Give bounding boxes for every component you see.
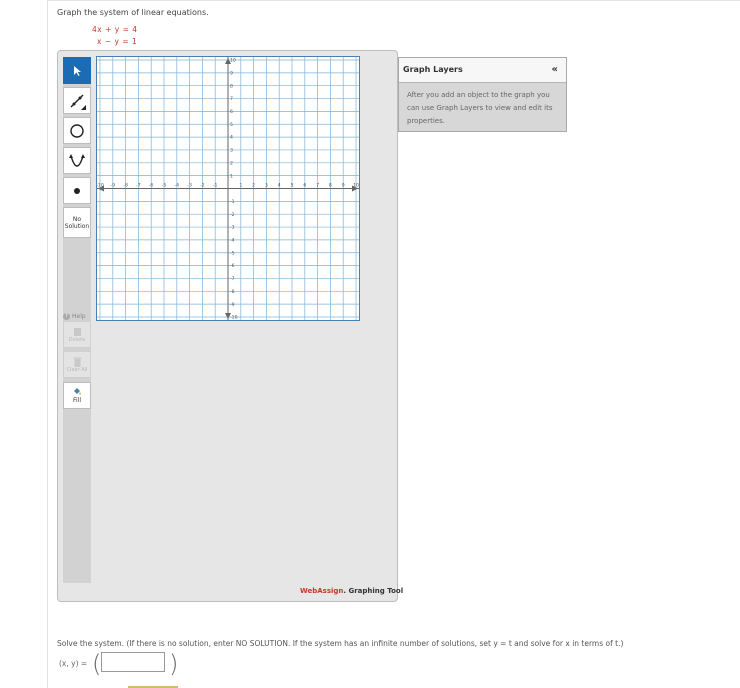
x-tick-label: 9 — [342, 183, 345, 189]
clear-all-label: Clear All — [66, 366, 88, 373]
delete-icon — [73, 327, 81, 336]
pointer-icon — [74, 65, 81, 76]
answer-input[interactable] — [101, 652, 165, 672]
question-prompt: Graph the system of linear equations. — [57, 8, 209, 17]
x-tick-label: -3 — [187, 183, 192, 189]
y-tick-label: -6 — [230, 263, 235, 269]
graph-canvas[interactable]: -10 -9 -8 -7 -6 -5 -4 -3 -2 -1 1 2 3 4 5 6 7 8 9 10 -10 -9 -8 -… — [96, 56, 360, 321]
y-tick-label: -7 — [230, 276, 235, 282]
y-tick-label: 8 — [230, 83, 233, 89]
fill-bucket-icon — [74, 388, 81, 395]
delete-tool[interactable]: Delete — [63, 321, 91, 348]
x-tick-label: -1 — [213, 183, 218, 189]
brand-assign: Assign — [317, 587, 344, 595]
webassign-brand: WebAssign. Graphing Tool — [300, 587, 403, 595]
x-tick-label: 10 — [353, 183, 359, 189]
fill-tool[interactable]: Fill — [63, 382, 91, 409]
y-tick-label: 5 — [230, 122, 233, 128]
y-tick-label: 1 — [230, 173, 233, 179]
y-tick-label: -4 — [230, 238, 235, 244]
x-tick-label: 4 — [278, 183, 281, 189]
help-link[interactable]: ? Help — [63, 313, 86, 320]
x-tick-label: -8 — [123, 183, 128, 189]
x-tick-label: -4 — [175, 183, 180, 189]
line-tool[interactable] — [63, 87, 91, 114]
equation-2: x − y = 1 — [97, 37, 138, 46]
answer-close-paren: ) — [169, 650, 179, 678]
fill-label: Fill — [72, 397, 81, 404]
point-icon — [74, 187, 80, 194]
x-tick-label: 8 — [329, 183, 332, 189]
no-solution-label-1: No — [72, 215, 82, 223]
x-tick-label: 3 — [265, 183, 268, 189]
graph-layers-title: Graph Layers — [403, 65, 463, 74]
graph-layers-header: Graph Layers « — [399, 58, 566, 83]
x-tick-label: 5 — [291, 183, 294, 189]
help-label: Help — [72, 313, 86, 320]
point-tool[interactable] — [63, 177, 91, 204]
brand-rest: . Graphing Tool — [343, 587, 404, 595]
y-tick-label: -5 — [230, 250, 235, 256]
no-solution-button[interactable]: No Solution — [63, 207, 91, 238]
pointer-tool[interactable] — [63, 57, 91, 84]
y-tick-label: 7 — [230, 96, 233, 102]
clear-all-tool[interactable]: Clear All — [63, 351, 91, 378]
y-tick-label: 6 — [230, 109, 233, 115]
y-tick-label: 2 — [230, 160, 233, 166]
top-divider — [47, 0, 740, 4]
parabola-icon — [69, 153, 85, 167]
y-tick-label: -3 — [230, 225, 235, 231]
x-tick-label: -2 — [200, 183, 205, 189]
line-icon — [70, 94, 86, 110]
x-tick-label: -7 — [136, 183, 141, 189]
parabola-tool[interactable] — [63, 147, 91, 174]
delete-label: Delete — [68, 336, 86, 343]
y-tick-label: 4 — [230, 135, 233, 141]
circle-tool[interactable] — [63, 117, 91, 144]
y-tick-label: -1 — [230, 199, 235, 205]
solve-instruction: Solve the system. (If there is no soluti… — [57, 639, 624, 648]
x-tick-label: -5 — [162, 183, 167, 189]
x-tick-label: 7 — [316, 183, 319, 189]
answer-label: (x, y) = — [59, 659, 88, 668]
y-tick-label: 3 — [230, 148, 233, 154]
graph-layers-panel: Graph Layers « After you add an object t… — [398, 57, 567, 132]
help-icon: ? — [63, 313, 70, 320]
trash-icon — [73, 357, 81, 367]
x-tick-label: -10 — [97, 183, 104, 189]
x-tick-label: 6 — [303, 183, 306, 189]
y-tick-label: -10 — [230, 315, 238, 320]
graph-layers-description: After you add an object to the graph you… — [407, 91, 553, 125]
no-solution-label-2: Solution — [64, 222, 90, 230]
y-tick-label: -2 — [230, 212, 235, 218]
left-divider — [47, 0, 48, 688]
circle-icon — [70, 123, 84, 138]
x-tick-label: 1 — [239, 183, 242, 189]
y-tick-label: 10 — [230, 58, 236, 64]
y-tick-label: 9 — [230, 70, 233, 76]
coordinate-plane[interactable]: -10 -9 -8 -7 -6 -5 -4 -3 -2 -1 1 2 3 4 5 6 7 8 9 10 -10 -9 -8 -… — [97, 57, 359, 320]
equation-1: 4x + y = 4 — [92, 25, 138, 34]
brand-web: Web — [300, 587, 318, 595]
x-tick-label: 2 — [252, 183, 255, 189]
y-tick-label: -8 — [230, 289, 235, 295]
y-tick-label: -9 — [230, 302, 235, 308]
x-tick-label: -6 — [149, 183, 154, 189]
answer-open-paren: ( — [92, 650, 102, 678]
x-tick-label: -9 — [111, 183, 116, 189]
collapse-icon[interactable]: « — [552, 64, 558, 75]
